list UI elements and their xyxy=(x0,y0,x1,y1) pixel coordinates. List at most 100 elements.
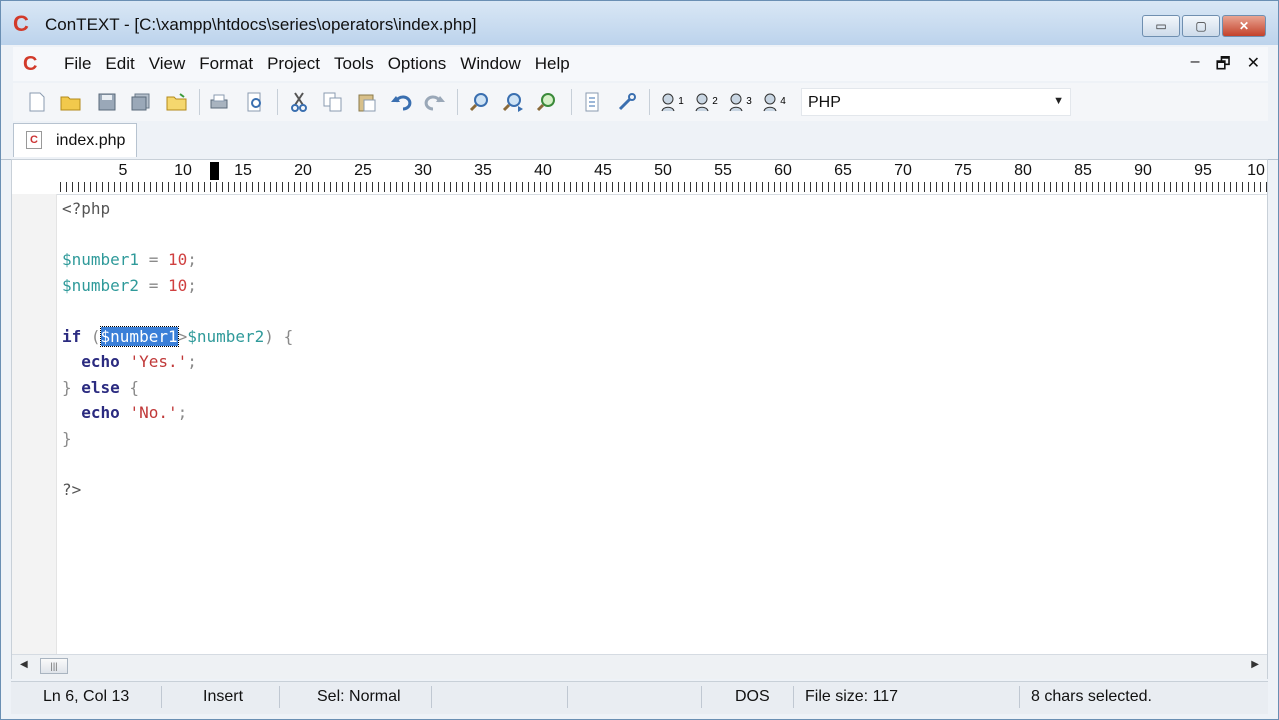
print-icon[interactable] xyxy=(207,90,231,114)
redo-icon[interactable] xyxy=(423,90,447,114)
code-operator: = xyxy=(139,275,168,295)
file-list-icon[interactable] xyxy=(581,90,605,114)
highlighter-select[interactable]: PHP ▼ xyxy=(801,88,1071,116)
new-file-icon[interactable] xyxy=(25,90,49,114)
toolbar-separator xyxy=(277,89,278,115)
print-preview-icon[interactable] xyxy=(243,90,267,114)
code-line[interactable]: } else { xyxy=(62,375,1252,401)
ruler-number: 40 xyxy=(534,162,552,179)
cut-icon[interactable] xyxy=(287,90,311,114)
code-keyword: echo xyxy=(81,352,120,371)
code-line[interactable] xyxy=(62,298,1252,324)
code-line[interactable]: if ($number1>$number2) { xyxy=(62,324,1252,350)
ruler-ticks xyxy=(60,182,1267,192)
doc-restore-icon[interactable]: 🗗 xyxy=(1216,53,1231,80)
menu-bar: C File Edit View Format Project Tools Op… xyxy=(13,47,1268,81)
status-bar: Ln 6, Col 13 Insert Sel: Normal DOS File… xyxy=(11,681,1268,714)
code-area[interactable]: <?php $number1 = 10; $number2 = 10; if (… xyxy=(62,196,1252,502)
status-separator xyxy=(431,686,432,708)
selected-text[interactable]: $number1 xyxy=(99,325,179,347)
menu-items: File Edit View Format Project Tools Opti… xyxy=(57,53,577,75)
menu-options[interactable]: Options xyxy=(381,53,454,75)
menu-project[interactable]: Project xyxy=(260,53,327,75)
save-all-icon[interactable] xyxy=(129,90,153,114)
code-keyword: if xyxy=(62,326,82,346)
code-line[interactable]: <?php xyxy=(62,196,1252,222)
open-folder-icon[interactable] xyxy=(165,90,189,114)
chevron-down-icon[interactable]: ▼ xyxy=(1053,95,1064,107)
app-window: C ConTEXT - [C:\xampp\htdocs\series\oper… xyxy=(0,0,1279,720)
file-size: File size: 117 xyxy=(805,688,899,705)
document-menu-icon[interactable]: C xyxy=(23,53,45,75)
menu-file[interactable]: File xyxy=(57,53,98,75)
title-bar: C ConTEXT - [C:\xampp\htdocs\series\oper… xyxy=(1,1,1278,45)
menu-view[interactable]: View xyxy=(142,53,193,75)
paste-icon[interactable] xyxy=(355,90,379,114)
ruler-number: 70 xyxy=(894,162,912,179)
status-separator xyxy=(279,686,280,708)
status-separator xyxy=(701,686,702,708)
open-file-icon[interactable] xyxy=(59,90,83,114)
menu-help[interactable]: Help xyxy=(528,53,577,75)
ruler-number: 90 xyxy=(1134,162,1152,179)
find-icon[interactable] xyxy=(467,90,491,114)
find-next-icon[interactable] xyxy=(501,90,525,114)
code-punctuation: ; xyxy=(177,403,188,422)
status-separator xyxy=(161,686,162,708)
context-logo-icon: C xyxy=(13,11,29,36)
tools-icon[interactable] xyxy=(615,90,639,114)
save-icon[interactable] xyxy=(95,90,119,114)
user-exec-2-icon[interactable]: 2 xyxy=(691,90,721,114)
code-punctuation: ) { xyxy=(264,326,294,346)
menu-edit[interactable]: Edit xyxy=(98,53,141,75)
replace-icon[interactable] xyxy=(535,90,559,114)
ruler-number: 60 xyxy=(774,162,792,179)
code-line[interactable]: ?> xyxy=(62,477,1252,503)
insert-mode: Insert xyxy=(203,688,244,705)
code-punctuation: ; xyxy=(187,275,197,295)
user-exec-4-icon[interactable]: 4 xyxy=(759,90,789,114)
line-gutter[interactable] xyxy=(12,194,57,654)
menu-tools[interactable]: Tools xyxy=(327,53,381,75)
doc-close-icon[interactable]: ✕ xyxy=(1247,53,1260,80)
tab-index-php[interactable]: C index.php xyxy=(13,123,137,157)
copy-icon[interactable] xyxy=(321,90,345,114)
code-line[interactable]: echo 'Yes.'; xyxy=(62,349,1252,375)
code-line[interactable]: $number1 = 10; xyxy=(62,247,1252,273)
user-exec-1-icon[interactable]: 1 xyxy=(657,90,687,114)
ruler-number: 55 xyxy=(714,162,732,179)
maximize-button[interactable]: ▢ xyxy=(1182,15,1220,37)
selection-count: 8 chars selected. xyxy=(1031,688,1152,705)
user-exec-3-icon[interactable]: 3 xyxy=(725,90,755,114)
code-variable: $number2 xyxy=(187,326,265,346)
line-ending: DOS xyxy=(735,688,770,705)
ruler: 5 10 15 20 25 30 35 40 45 50 55 60 65 70… xyxy=(12,160,1267,195)
scroll-left-icon[interactable]: ◀ xyxy=(20,659,28,670)
ruler-number: 15 xyxy=(234,162,252,179)
close-button[interactable]: ✕ xyxy=(1222,15,1266,37)
code-string: 'Yes.' xyxy=(129,352,188,371)
code-variable: $number1 xyxy=(62,250,140,269)
ruler-cursor-marker xyxy=(210,162,219,180)
menu-format[interactable]: Format xyxy=(192,53,260,75)
toolbar: 1 2 3 4 PHP ▼ xyxy=(13,83,1268,121)
scrollbar-thumb[interactable]: ||| xyxy=(40,658,68,674)
ruler-number: 35 xyxy=(474,162,492,179)
user-exec-1-label: 1 xyxy=(678,96,684,107)
horizontal-scrollbar[interactable]: ◀ ||| ▶ xyxy=(12,654,1267,679)
code-line[interactable] xyxy=(62,222,1252,248)
window-title: ConTEXT - [C:\xampp\htdocs\series\operat… xyxy=(45,15,477,34)
code-line[interactable]: } xyxy=(62,426,1252,452)
menu-window[interactable]: Window xyxy=(453,53,527,75)
code-operator: > xyxy=(177,326,188,346)
ruler-number: 95 xyxy=(1194,162,1212,179)
code-line[interactable]: echo 'No.'; xyxy=(62,400,1252,426)
scroll-right-icon[interactable]: ▶ xyxy=(1251,659,1259,670)
code-line[interactable]: $number2 = 10; xyxy=(62,273,1252,299)
ruler-number: 45 xyxy=(594,162,612,179)
undo-icon[interactable] xyxy=(389,90,413,114)
code-line[interactable] xyxy=(62,451,1252,477)
toolbar-separator xyxy=(199,89,200,115)
doc-minimize-icon[interactable]: – xyxy=(1191,53,1200,80)
minimize-button[interactable]: ▭ xyxy=(1142,15,1180,37)
